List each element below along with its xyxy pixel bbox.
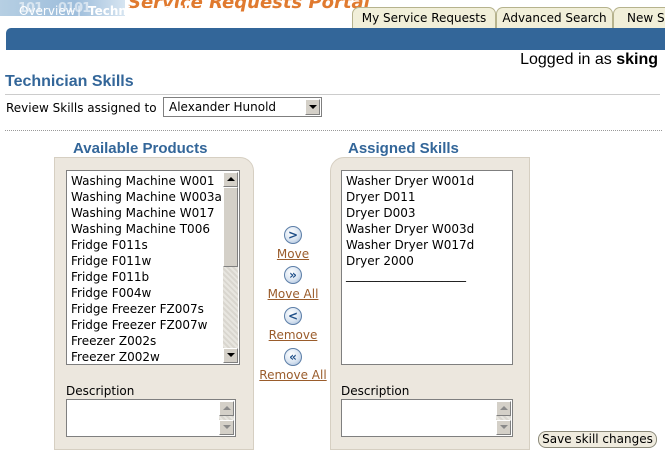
list-item[interactable]: Washer Dryer W003d [343,221,511,237]
chevron-down-icon[interactable] [305,99,320,115]
available-products-list[interactable]: Washing Machine W001 Washing Machine W00… [66,170,240,365]
technician-select-value: Alexander Hunold [169,100,277,114]
list-item[interactable]: Fridge F011b [68,269,222,285]
scroll-up-icon[interactable] [223,172,238,187]
logged-in-username: sking [616,51,658,68]
dotted-divider [5,130,662,131]
assigned-skills-heading: Assigned Skills [348,140,459,157]
scroll-down-icon[interactable] [496,420,511,435]
description-scrollbar[interactable] [496,401,511,435]
list-item[interactable]: Washing Machine W001 [68,173,222,189]
list-item[interactable]: Fridge F011s [68,237,222,253]
move-all-link[interactable]: Move All [262,287,324,301]
scroll-down-icon[interactable] [219,420,234,435]
assigned-description-label: Description [341,384,410,398]
tab-advanced-search[interactable]: Advanced Search [496,7,613,29]
move-right-icon[interactable]: > [284,226,302,244]
nav-separator: | [77,4,82,18]
title-divider [5,94,660,95]
assigned-description-field[interactable] [341,399,513,437]
move-link[interactable]: Move [266,247,320,261]
available-products-heading: Available Products [73,140,208,157]
scroll-up-icon[interactable] [219,401,234,416]
list-item[interactable]: Washer Dryer W001d [343,173,511,189]
logged-in-prefix: Logged in as [520,51,612,68]
sub-navigation-bar [6,28,665,50]
remove-all-left-icon[interactable]: « [284,348,302,366]
tab-my-service-requests[interactable]: My Service Requests [352,7,496,29]
available-list-scrollbar[interactable] [223,172,238,363]
remove-all-link[interactable]: Remove All [256,368,330,382]
move-all-right-icon[interactable]: » [284,266,302,284]
remove-link[interactable]: Remove [264,328,322,342]
list-item[interactable]: Fridge F004w [68,285,222,301]
list-item[interactable]: Washing Machine W003a [68,189,222,205]
list-item[interactable]: Washing Machine W017 [68,205,222,221]
list-item[interactable]: Fridge F011w [68,253,222,269]
logged-in-status: Logged in as sking [520,51,658,69]
scroll-thumb[interactable] [223,187,238,267]
list-item[interactable]: Fridge Freezer FZ007w [68,317,222,333]
available-description-field[interactable] [66,399,236,437]
list-placeholder-line[interactable]: ____________________ [343,269,511,283]
remove-left-icon[interactable]: < [284,307,302,325]
list-item[interactable]: Washer Dryer W017d [343,237,511,253]
list-item[interactable]: Dryer 2000 [343,253,511,269]
list-item[interactable]: Dryer D011 [343,189,511,205]
nav-overview-link[interactable]: Overview [19,3,76,19]
list-item[interactable]: Washing Machine T006 [68,221,222,237]
nav-technician-skills[interactable]: Technician Skills [88,3,199,19]
assigned-skills-list[interactable]: Washer Dryer W001d Dryer D011 Dryer D003… [341,170,513,365]
list-item[interactable]: Freezer Z002w [68,349,222,364]
tab-new-service-request[interactable]: New S [613,7,665,28]
list-item[interactable]: Freezer Z002s [68,333,222,349]
list-item[interactable]: Fridge Freezer FZ007s [68,301,222,317]
technician-select[interactable]: Alexander Hunold [163,97,322,117]
page-title: Technician Skills [5,73,134,90]
save-skill-changes-button[interactable]: Save skill changes [538,431,657,448]
available-description-label: Description [66,384,135,398]
scroll-up-icon[interactable] [496,401,511,416]
list-item[interactable]: Dryer D003 [343,205,511,221]
review-skills-label: Review Skills assigned to [6,101,157,115]
description-scrollbar[interactable] [219,401,234,435]
scroll-down-icon[interactable] [223,348,238,363]
